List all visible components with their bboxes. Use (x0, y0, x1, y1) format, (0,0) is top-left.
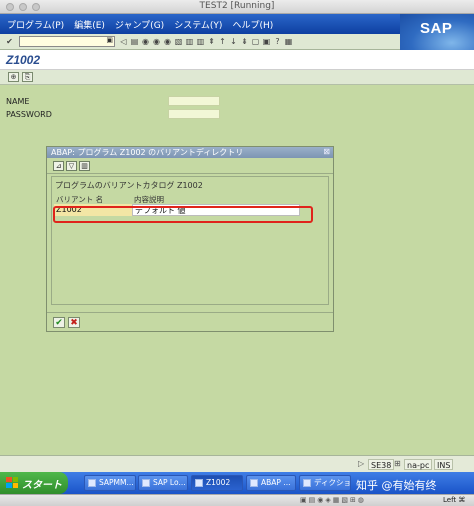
menu-system[interactable]: システム(Y) (169, 18, 227, 31)
table-header: バリアント 名 内容説明 (54, 194, 300, 204)
print-icon[interactable]: ▧ (173, 37, 184, 46)
host-status-strip: ▣▤◉◈▦▧⊞◍ Left ⌘ (0, 494, 474, 506)
password-label: PASSWORD (6, 110, 52, 119)
back-icon[interactable]: ◉ (140, 37, 151, 46)
shortcut-icon[interactable]: ▣ (261, 37, 272, 46)
variant-directory-dialog: ABAP: プログラム Z1002 のバリアントディレクトリ ⊠ ⊿ ▽ ▥ プ… (46, 146, 334, 332)
menu-goto[interactable]: ジャンプ(G) (110, 18, 169, 31)
variant-catalog-box: プログラムのバリアントカタログ Z1002 バリアント 名 内容説明 Z1002… (51, 176, 329, 305)
menu-help[interactable]: ヘルプ(H) (227, 18, 278, 31)
first-page-icon[interactable]: ⇞ (206, 37, 217, 46)
start-label: スタート (22, 480, 62, 491)
find-icon[interactable]: ▥ (184, 37, 195, 46)
save-icon[interactable]: ▤ (129, 37, 140, 46)
taskbar-item-label: SAPMM... (99, 478, 134, 487)
dropdown-icon[interactable]: ▣ (106, 36, 113, 44)
host-key-label: Left ⌘ (443, 496, 466, 504)
host-window-title: TEST2 [Running] (199, 1, 275, 11)
window-icon (88, 479, 96, 487)
exit-icon[interactable]: ◉ (151, 37, 162, 46)
window-icon (142, 479, 150, 487)
application-toolbar: ⊕ ⎘ (0, 70, 474, 85)
status-server: na-pc (404, 459, 433, 470)
window-icon (303, 479, 311, 487)
taskbar-item-label: ディクショ... (314, 478, 351, 487)
command-field[interactable]: ▣ (19, 36, 115, 47)
menu-edit[interactable]: 編集(E) (69, 18, 110, 31)
taskbar-item-label: ABAP ... (261, 478, 291, 487)
windows-flag-icon (6, 477, 18, 488)
taskbar-item-abap[interactable]: ABAP ... (246, 475, 296, 491)
get-variant-icon[interactable]: ⎘ (22, 72, 33, 82)
name-input[interactable] (168, 96, 220, 106)
start-button[interactable]: スタート (0, 472, 68, 494)
new-session-icon[interactable]: ▢ (250, 37, 261, 46)
dialog-title: ABAP: プログラム Z1002 のバリアントディレクトリ (51, 148, 244, 157)
watermark-text: 知乎 @有始有终 (356, 479, 437, 492)
name-label: NAME (6, 97, 30, 106)
close-icon[interactable]: ⊠ (323, 147, 330, 156)
back-arrow-icon[interactable]: ◁ (118, 37, 129, 46)
taskbar-item-label: Z1002 (206, 478, 231, 487)
layout-icon[interactable]: ▦ (283, 37, 294, 46)
dialog-toolbar: ⊿ ▽ ▥ (47, 158, 333, 174)
host-device-icons[interactable]: ▣▤◉◈▦▧⊞◍ (300, 496, 366, 504)
catalog-caption: プログラムのバリアントカタログ Z1002 (55, 181, 203, 190)
next-page-icon[interactable]: ↓ (228, 37, 239, 46)
password-input[interactable] (168, 109, 220, 119)
taskbar-item-sapmm[interactable]: SAPMM... (84, 475, 136, 491)
enter-icon[interactable]: ✔ (4, 37, 15, 46)
status-expand-icon[interactable]: ▷ (358, 459, 364, 468)
column-header-description[interactable]: 内容説明 (132, 194, 300, 204)
host-window-titlebar: TEST2 [Running] (0, 0, 474, 14)
sap-logo: SAP (400, 14, 474, 50)
help-icon[interactable]: ? (272, 37, 283, 46)
taskbar-item-sap-logon[interactable]: SAP Lo... (138, 475, 188, 491)
filter-icon[interactable]: ▽ (66, 161, 77, 171)
taskbar-item-dictionary[interactable]: ディクショ... (299, 475, 351, 491)
screen-title-area: Z1002 (0, 50, 474, 70)
dialog-titlebar: ABAP: プログラム Z1002 のバリアントディレクトリ ⊠ (47, 147, 333, 158)
window-icon (195, 479, 203, 487)
dialog-footer: ✔ ✖ (47, 312, 333, 331)
taskbar-item-label: SAP Lo... (153, 478, 186, 487)
find-next-icon[interactable]: ▥ (195, 37, 206, 46)
cancel-x-icon[interactable]: ✖ (68, 317, 80, 328)
column-header-variant[interactable]: バリアント 名 (54, 194, 132, 204)
last-page-icon[interactable]: ⇟ (239, 37, 250, 46)
menu-program[interactable]: プログラム(P) (2, 18, 69, 31)
sap-logo-text: SAP (420, 20, 453, 37)
find-icon[interactable]: ▥ (79, 161, 90, 171)
page-title: Z1002 (6, 53, 41, 67)
sort-icon[interactable]: ⊿ (53, 161, 64, 171)
status-dropdown-icon[interactable]: ⊞ (394, 459, 401, 468)
standard-toolbar: ✔ ▣ ◁ ▤ ◉ ◉ ◉ ▧ ▥ ▥ ⇞ ↑ ↓ ⇟ ▢ ▣ ? ▦ (0, 34, 400, 50)
status-bar: ▷ SE38 ⊞ na-pc INS (0, 455, 474, 472)
status-mode: INS (434, 459, 454, 470)
highlight-annotation (53, 206, 313, 223)
prev-page-icon[interactable]: ↑ (217, 37, 228, 46)
taskbar-item-z1002[interactable]: Z1002 (191, 475, 243, 491)
confirm-checkmark-icon[interactable]: ✔ (53, 317, 65, 328)
status-transaction: SE38 (368, 459, 395, 470)
execute-icon[interactable]: ⊕ (8, 72, 19, 82)
window-icon (250, 479, 258, 487)
cancel-icon[interactable]: ◉ (162, 37, 173, 46)
